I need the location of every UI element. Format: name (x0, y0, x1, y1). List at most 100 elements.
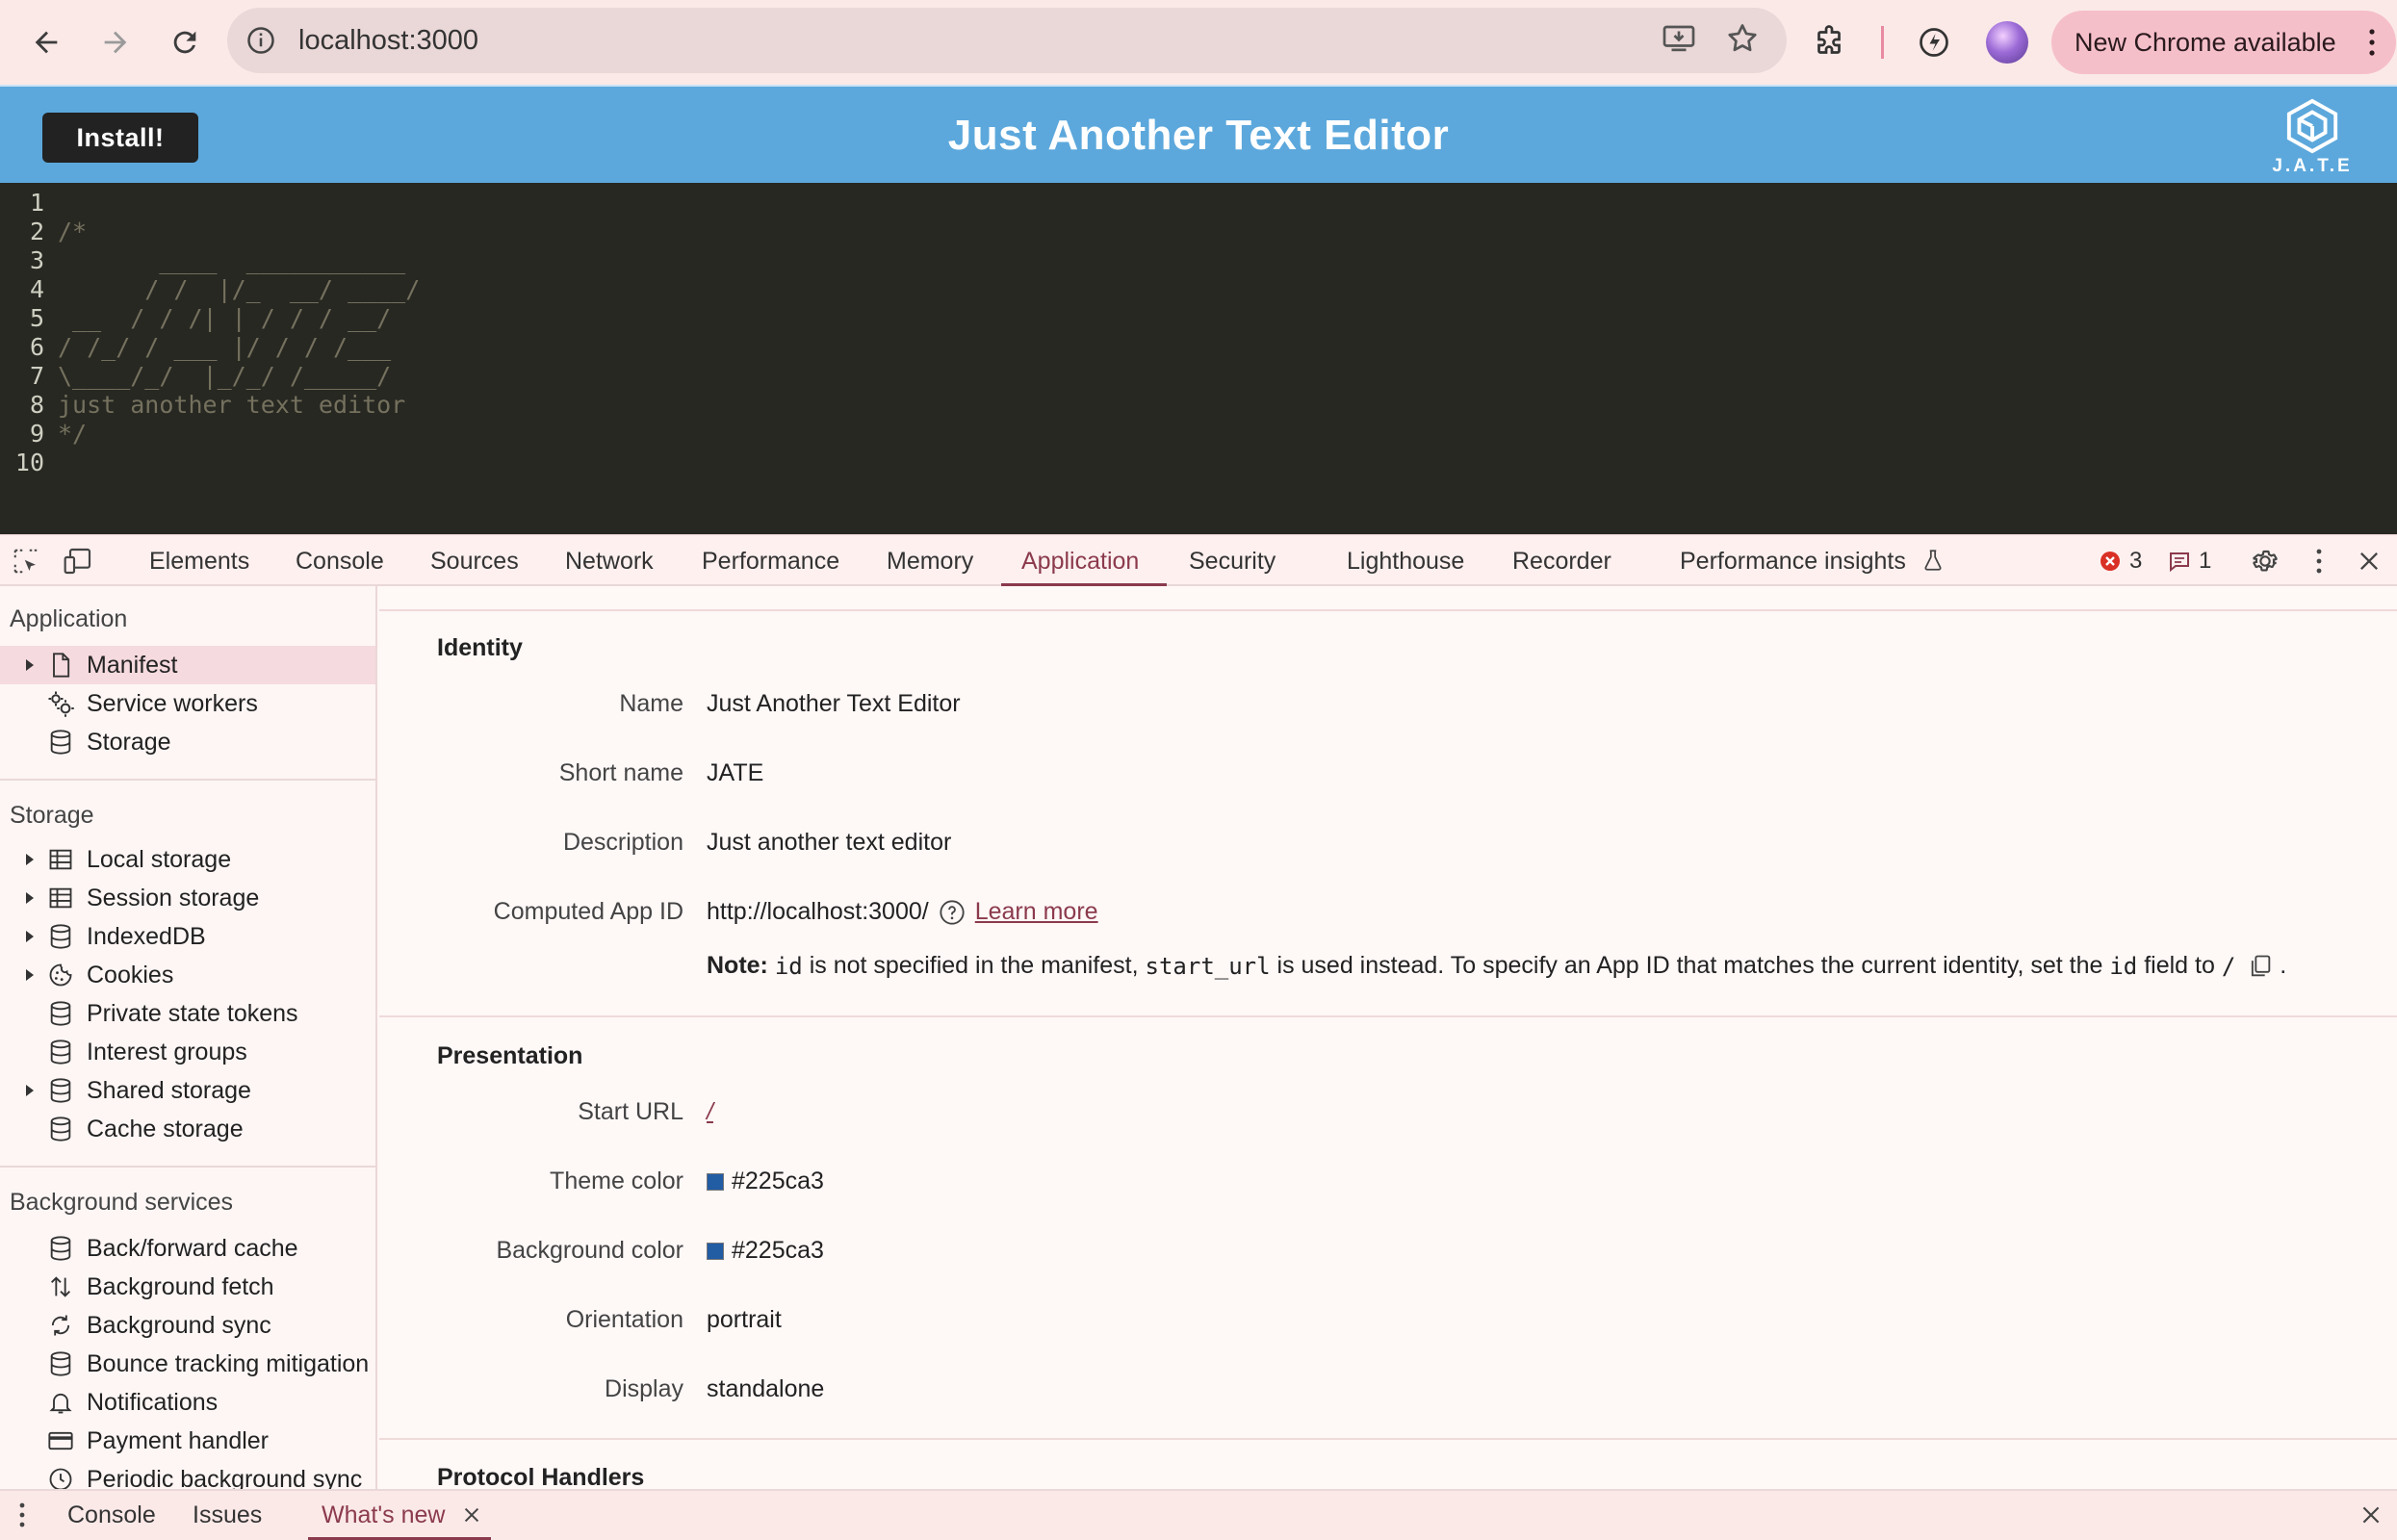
code-text[interactable]: / /_/ / ___ |/ / / /___ (58, 333, 391, 361)
sidebar-item-cache-storage[interactable]: Cache storage (0, 1110, 375, 1148)
expand-triangle-icon[interactable] (21, 853, 39, 866)
sidebar-item-storage-overview[interactable]: Storage (0, 723, 375, 761)
sidebar-item-cookies[interactable]: Cookies (0, 956, 375, 994)
tab-lighthouse[interactable]: Lighthouse (1347, 535, 1464, 587)
editor-line[interactable]: 2 /* (0, 218, 2397, 246)
app-logo: J.A.T.E (2272, 98, 2353, 181)
editor-line[interactable]: 7 \____/_/ |_/_/ /_____/ (0, 362, 2397, 391)
sidebar-item-service-workers[interactable]: Service workers (0, 684, 375, 723)
expand-triangle-icon[interactable] (21, 968, 39, 982)
editor-line[interactable]: 3 ____ ___________ (0, 246, 2397, 275)
drawer-menu-icon[interactable] (19, 1502, 25, 1535)
message-count-badge[interactable]: 1 (2168, 535, 2211, 587)
tab-performance[interactable]: Performance (702, 535, 839, 587)
sidebar-item-private-state-tokens[interactable]: Private state tokens (0, 994, 375, 1033)
editor-line[interactable]: 6 / /_/ / ___ |/ / / /___ (0, 333, 2397, 362)
expand-triangle-icon[interactable] (21, 1084, 39, 1097)
expand-triangle-icon[interactable] (21, 930, 39, 943)
application-sidebar: Application Manifest Service workers Sto… (0, 586, 377, 1489)
device-toolbar-icon[interactable] (62, 545, 94, 578)
reload-button[interactable] (158, 15, 212, 69)
tab-network[interactable]: Network (565, 535, 654, 587)
performance-icon[interactable] (1915, 23, 1953, 62)
tab-console[interactable]: Console (296, 535, 384, 587)
display-label: Display (605, 1375, 683, 1402)
more-options-icon[interactable] (2303, 545, 2335, 578)
note-bold: Note: (707, 952, 768, 979)
code-text[interactable]: \____/_/ |_/_/ /_____/ (58, 362, 391, 390)
close-devtools-icon[interactable] (2353, 545, 2385, 578)
editor-line[interactable]: 5 __ / / /| | / / / __/ (0, 304, 2397, 333)
settings-gear-icon[interactable] (2249, 545, 2281, 578)
code-text[interactable]: / / |/_ __/ ____/ (58, 275, 420, 303)
sidebar-item-notifications[interactable]: Notifications (0, 1383, 375, 1422)
line-number: 8 (29, 391, 44, 419)
expand-triangle-icon[interactable] (21, 658, 39, 672)
note-end: . (2280, 952, 2287, 979)
sidebar-item-periodic-background-sync[interactable]: Periodic background sync (0, 1460, 375, 1490)
site-info-icon[interactable] (245, 24, 277, 57)
sidebar-item-interest-groups[interactable]: Interest groups (0, 1033, 375, 1071)
editor-line[interactable]: 4 / / |/_ __/ ____/ (0, 275, 2397, 304)
expand-triangle-icon[interactable] (21, 891, 39, 905)
more-vert-icon[interactable] (2369, 27, 2375, 58)
sidebar-item-shared-storage[interactable]: Shared storage (0, 1071, 375, 1110)
sidebar-item-label: Periodic background sync (87, 1465, 363, 1490)
address-bar[interactable]: localhost:3000 (227, 8, 1787, 73)
start-url-row: / (707, 1098, 713, 1126)
help-circle-icon[interactable] (939, 899, 966, 926)
tab-elements[interactable]: Elements (149, 535, 249, 587)
editor-line[interactable]: 9 */ (0, 420, 2397, 449)
editor-line[interactable]: 1 (0, 189, 2397, 218)
sidebar-item-background-sync[interactable]: Background sync (0, 1306, 375, 1345)
sidebar-item-session-storage[interactable]: Session storage (0, 879, 375, 917)
sidebar-item-bounce-tracking-mitigation[interactable]: Bounce tracking mitigation (0, 1345, 375, 1383)
sidebar-item-manifest[interactable]: Manifest (0, 646, 375, 684)
inspect-element-icon[interactable] (10, 545, 42, 578)
code-editor[interactable]: 1 2/* 3 ____ ___________ 4 / / |/_ __/ ____… (0, 183, 2397, 534)
note-start-url-code: start_url (1145, 952, 1271, 980)
sidebar-item-back-forward-cache[interactable]: Back/forward cache (0, 1229, 375, 1268)
code-text[interactable]: ____ ___________ (58, 246, 405, 274)
error-count: 3 (2129, 548, 2143, 574)
sidebar-item-indexeddb[interactable]: IndexedDB (0, 917, 375, 956)
install-app-icon[interactable] (1662, 21, 1696, 61)
extensions-icon[interactable] (1810, 23, 1848, 62)
start-url-label: Start URL (578, 1098, 683, 1125)
code-text[interactable]: */ (58, 420, 87, 448)
tab-recorder[interactable]: Recorder (1512, 535, 1611, 587)
background-color-label: Background color (496, 1237, 683, 1264)
tab-sources[interactable]: Sources (430, 535, 519, 587)
forward-button[interactable] (89, 15, 142, 69)
jate-logo-icon (2286, 98, 2338, 154)
code-text[interactable]: /* (58, 218, 87, 245)
bookmark-star-icon[interactable] (1725, 21, 1760, 61)
editor-line[interactable]: 8 just another text editor (0, 391, 2397, 420)
editor-line[interactable]: 10 (0, 449, 2397, 477)
sidebar-item-payment-handler[interactable]: Payment handler (0, 1422, 375, 1460)
sidebar-item-background-fetch[interactable]: Background fetch (0, 1268, 375, 1306)
toolbar-divider (1881, 26, 1884, 59)
copy-icon[interactable] (2247, 953, 2274, 980)
drawer-tab-console[interactable]: Console (67, 1491, 156, 1540)
tab-memory[interactable]: Memory (887, 535, 973, 587)
code-text[interactable]: __ / / /| | / / / __/ (58, 304, 391, 332)
profile-avatar[interactable] (1986, 21, 2028, 64)
close-drawer-icon[interactable] (2358, 1502, 2384, 1534)
back-button[interactable] (19, 15, 73, 69)
new-chrome-button[interactable]: New Chrome available (2051, 11, 2396, 74)
tab-performance-insights[interactable]: Performance insights (1680, 535, 1946, 587)
code-text[interactable]: just another text editor (58, 391, 405, 419)
sidebar-item-local-storage[interactable]: Local storage (0, 840, 375, 879)
error-count-badge[interactable]: 3 (2099, 535, 2142, 587)
url-text[interactable]: localhost:3000 (298, 25, 478, 57)
learn-more-link[interactable]: Learn more (975, 898, 1098, 926)
close-tab-icon[interactable] (461, 1504, 482, 1526)
tab-application[interactable]: Application (1021, 535, 1139, 587)
tab-security[interactable]: Security (1189, 535, 1276, 587)
drawer-tab-issues[interactable]: Issues (193, 1491, 262, 1540)
logo-text: J.A.T.E (2272, 156, 2353, 176)
sync-icon (44, 1309, 77, 1342)
drawer-tab-whats-new[interactable]: What's new (322, 1491, 482, 1540)
start-url-link[interactable]: / (707, 1098, 713, 1126)
